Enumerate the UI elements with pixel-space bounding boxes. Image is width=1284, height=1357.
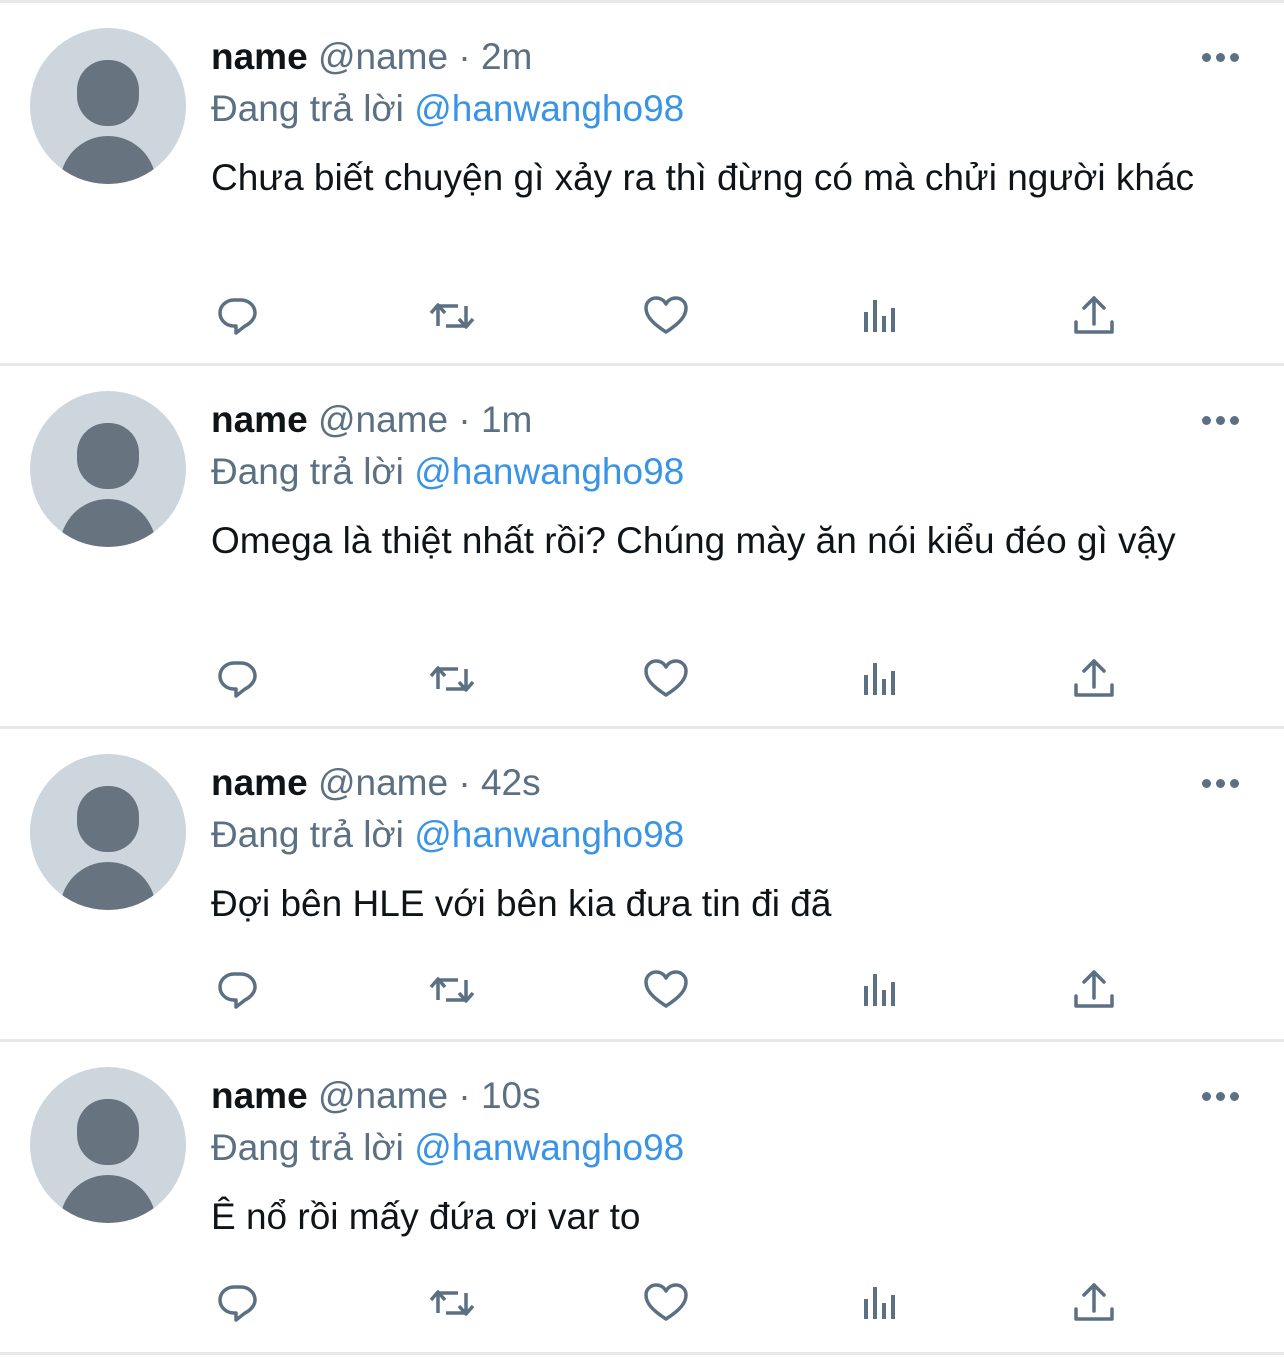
reply-mention-link[interactable]: @hanwangho98 (414, 1127, 684, 1168)
reply-icon[interactable] (210, 651, 266, 707)
retweet-icon[interactable] (424, 1275, 480, 1331)
like-icon[interactable] (638, 651, 694, 707)
tweet-text: Chưa biết chuyện gì xảy ra thì đừng có m… (211, 157, 1195, 198)
reply-mention-link[interactable]: @hanwangho98 (414, 814, 684, 855)
user-handle[interactable]: @name (318, 1075, 448, 1116)
avatar[interactable] (30, 28, 186, 184)
replying-to: Đang trả lời @hanwangho98 (211, 1124, 684, 1172)
like-icon[interactable] (638, 1275, 694, 1331)
replying-to: Đang trả lời @hanwangho98 (211, 85, 684, 133)
share-icon[interactable] (1066, 288, 1122, 344)
retweet-icon[interactable] (424, 288, 480, 344)
tweet-text: Omega là thiệt nhất rồi? Chúng mày ăn nó… (211, 520, 1176, 561)
share-icon[interactable] (1066, 651, 1122, 707)
like-icon[interactable] (638, 288, 694, 344)
tweet-header: name @name · 42s (211, 759, 541, 807)
user-handle[interactable]: @name (318, 36, 448, 77)
display-name[interactable]: name (211, 399, 308, 440)
reply-prefix: Đang trả lời (211, 1127, 404, 1168)
tweet-header: name @name · 1m (211, 396, 532, 444)
action-bar (0, 651, 1284, 707)
analytics-icon[interactable] (852, 962, 908, 1018)
reply-prefix: Đang trả lời (211, 451, 404, 492)
more-options-icon[interactable] (1198, 47, 1244, 69)
more-options-icon[interactable] (1198, 1086, 1244, 1108)
analytics-icon[interactable] (852, 651, 908, 707)
display-name[interactable]: name (211, 36, 308, 77)
tweet[interactable]: name @name · 10s Đang trả lời @hanwangho… (0, 1042, 1284, 1352)
display-name[interactable]: name (211, 1075, 308, 1116)
tweet[interactable]: name @name · 2m Đang trả lời @hanwangho9… (0, 3, 1284, 363)
timestamp[interactable]: 10s (481, 1075, 541, 1116)
separator: · (458, 36, 471, 77)
reply-prefix: Đang trả lời (211, 814, 404, 855)
tweet[interactable]: name @name · 1m Đang trả lời @hanwangho9… (0, 366, 1284, 726)
reply-icon[interactable] (210, 1275, 266, 1331)
tweet-header: name @name · 2m (211, 33, 532, 81)
more-options-icon[interactable] (1198, 410, 1244, 432)
tweet-feed: name @name · 2m Đang trả lời @hanwangho9… (0, 0, 1284, 1357)
avatar[interactable] (30, 391, 186, 547)
divider (0, 1352, 1284, 1355)
tweet-text: Ê nổ rồi mấy đứa ơi var to (211, 1196, 641, 1237)
timestamp[interactable]: 42s (481, 762, 541, 803)
separator: · (458, 1075, 471, 1116)
reply-mention-link[interactable]: @hanwangho98 (414, 451, 684, 492)
replying-to: Đang trả lời @hanwangho98 (211, 448, 684, 496)
display-name[interactable]: name (211, 762, 308, 803)
tweet-text: Đợi bên HLE với bên kia đưa tin đi đã (211, 883, 832, 924)
action-bar (0, 962, 1284, 1018)
timestamp[interactable]: 2m (481, 36, 532, 77)
user-handle[interactable]: @name (318, 399, 448, 440)
share-icon[interactable] (1066, 962, 1122, 1018)
reply-icon[interactable] (210, 288, 266, 344)
avatar[interactable] (30, 754, 186, 910)
retweet-icon[interactable] (424, 651, 480, 707)
analytics-icon[interactable] (852, 288, 908, 344)
timestamp[interactable]: 1m (481, 399, 532, 440)
action-bar (0, 288, 1284, 344)
like-icon[interactable] (638, 962, 694, 1018)
tweet-header: name @name · 10s (211, 1072, 541, 1120)
reply-icon[interactable] (210, 962, 266, 1018)
user-handle[interactable]: @name (318, 762, 448, 803)
separator: · (458, 762, 471, 803)
action-bar (0, 1275, 1284, 1331)
replying-to: Đang trả lời @hanwangho98 (211, 811, 684, 859)
retweet-icon[interactable] (424, 962, 480, 1018)
avatar[interactable] (30, 1067, 186, 1223)
separator: · (458, 399, 471, 440)
tweet[interactable]: name @name · 42s Đang trả lời @hanwangho… (0, 729, 1284, 1039)
reply-prefix: Đang trả lời (211, 88, 404, 129)
reply-mention-link[interactable]: @hanwangho98 (414, 88, 684, 129)
analytics-icon[interactable] (852, 1275, 908, 1331)
more-options-icon[interactable] (1198, 773, 1244, 795)
share-icon[interactable] (1066, 1275, 1122, 1331)
